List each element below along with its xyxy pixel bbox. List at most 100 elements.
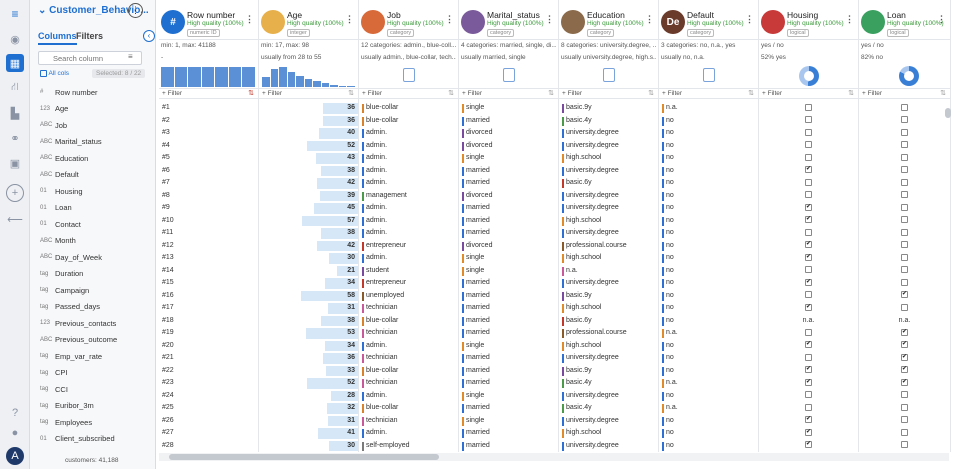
loan-cell[interactable]: [859, 190, 950, 203]
loan-cell[interactable]: ✔: [859, 327, 950, 340]
housing-cell[interactable]: [759, 177, 858, 190]
sort-icon[interactable]: ⇅: [940, 89, 946, 99]
checkbox[interactable]: ✔: [805, 241, 812, 249]
column-filter[interactable]: + Filter ⇅: [459, 88, 558, 99]
column-list-item[interactable]: ABC Education: [40, 150, 152, 167]
column-list-item[interactable]: ABC Default: [40, 167, 152, 184]
column-filter[interactable]: + Filter ⇅: [859, 88, 950, 99]
column-header[interactable]: Age High quality (100%) integer ⋮: [259, 0, 358, 40]
vertical-scrollbar[interactable]: [944, 100, 952, 452]
housing-cell[interactable]: [759, 327, 858, 340]
dataset-menu-button[interactable]: ⋮: [128, 3, 143, 18]
scroll-thumb[interactable]: [945, 108, 951, 118]
column-list-item[interactable]: tag Duration: [40, 266, 152, 283]
logo-icon[interactable]: A: [6, 447, 24, 465]
column-menu-icon[interactable]: ⋮: [937, 14, 946, 25]
housing-cell[interactable]: [759, 102, 858, 115]
checkbox[interactable]: ✔: [805, 166, 812, 174]
housing-cell[interactable]: ✔: [759, 377, 858, 390]
housing-cell[interactable]: ✔: [759, 340, 858, 353]
column-filter[interactable]: + Filter ⇅: [259, 88, 358, 99]
checkbox[interactable]: [901, 141, 908, 149]
checkbox[interactable]: ✔: [805, 428, 812, 436]
checkbox[interactable]: [901, 191, 908, 199]
loan-cell[interactable]: [859, 202, 950, 215]
housing-cell[interactable]: [759, 190, 858, 203]
checkbox[interactable]: [805, 141, 812, 149]
column-list-item[interactable]: 01 Loan: [40, 200, 152, 217]
checkbox[interactable]: [901, 266, 908, 274]
column-summary-viz[interactable]: [459, 65, 558, 87]
checkbox[interactable]: [901, 216, 908, 224]
column-list-item[interactable]: ABC Month: [40, 233, 152, 250]
checkbox[interactable]: ✔: [805, 416, 812, 424]
chart-icon[interactable]: ▙: [6, 104, 24, 122]
column-list-item[interactable]: 123 Previous_contacts: [40, 315, 152, 332]
checkbox[interactable]: [901, 253, 908, 261]
loan-cell[interactable]: ✔: [859, 340, 950, 353]
loan-cell[interactable]: [859, 440, 950, 453]
loan-cell[interactable]: n.a.: [859, 315, 950, 328]
column-header[interactable]: Housing High quality (100%) logical ⋮: [759, 0, 858, 40]
checkbox[interactable]: ✔: [805, 441, 812, 449]
column-header[interactable]: Job High quality (100%) category ⋮: [359, 0, 458, 40]
checkbox[interactable]: [901, 128, 908, 136]
housing-cell[interactable]: [759, 140, 858, 153]
loan-cell[interactable]: [859, 427, 950, 440]
housing-cell[interactable]: ✔: [759, 365, 858, 378]
checkbox[interactable]: [805, 266, 812, 274]
checkbox[interactable]: ✔: [805, 253, 812, 261]
loan-cell[interactable]: ✔: [859, 377, 950, 390]
column-list-item[interactable]: ABC Previous_outcome: [40, 332, 152, 349]
loan-cell[interactable]: [859, 390, 950, 403]
checkbox[interactable]: ✔: [805, 203, 812, 211]
checkbox[interactable]: [901, 428, 908, 436]
loan-cell[interactable]: [859, 115, 950, 128]
loan-cell[interactable]: [859, 177, 950, 190]
loan-cell[interactable]: [859, 240, 950, 253]
checkbox[interactable]: ✔: [805, 366, 812, 374]
loan-cell[interactable]: [859, 252, 950, 265]
scroll-thumb[interactable]: [169, 454, 439, 460]
checkbox[interactable]: [901, 228, 908, 236]
network-icon[interactable]: ⚭: [6, 129, 24, 147]
loan-cell[interactable]: ✔: [859, 352, 950, 365]
column-list-item[interactable]: tag CCI: [40, 381, 152, 398]
column-list-item[interactable]: tag Employees: [40, 414, 152, 431]
user-icon[interactable]: ●: [6, 424, 24, 442]
column-summary-viz[interactable]: [659, 65, 758, 87]
help-icon[interactable]: ?: [6, 404, 24, 422]
column-summary-viz[interactable]: [859, 65, 950, 87]
tab-filters[interactable]: Filters: [76, 31, 103, 41]
housing-cell[interactable]: ✔: [759, 440, 858, 453]
housing-cell[interactable]: [759, 352, 858, 365]
loan-cell[interactable]: [859, 140, 950, 153]
sort-icon[interactable]: ⇅: [248, 89, 254, 99]
loan-cell[interactable]: [859, 165, 950, 178]
housing-cell[interactable]: ✔: [759, 252, 858, 265]
checkbox[interactable]: [901, 153, 908, 161]
checkbox[interactable]: ✔: [901, 353, 908, 361]
loan-cell[interactable]: [859, 415, 950, 428]
eye-icon[interactable]: ◉: [6, 30, 24, 48]
column-menu-icon[interactable]: ⋮: [645, 14, 654, 25]
checkbox[interactable]: [901, 241, 908, 249]
housing-cell[interactable]: [759, 402, 858, 415]
tab-columns[interactable]: Columns: [38, 31, 77, 45]
checkbox[interactable]: [901, 178, 908, 186]
loan-cell[interactable]: [859, 402, 950, 415]
checkbox[interactable]: [901, 278, 908, 286]
housing-cell[interactable]: [759, 152, 858, 165]
loan-cell[interactable]: [859, 227, 950, 240]
column-list-item[interactable]: 01 Housing: [40, 183, 152, 200]
checkbox[interactable]: ✔: [901, 328, 908, 336]
flow-icon[interactable]: ⛙: [6, 79, 24, 97]
checkbox[interactable]: [805, 353, 812, 361]
checkbox[interactable]: ✔: [805, 216, 812, 224]
checkbox[interactable]: [805, 228, 812, 236]
checkbox[interactable]: [805, 116, 812, 124]
checkbox[interactable]: [805, 153, 812, 161]
loan-cell[interactable]: [859, 277, 950, 290]
column-header[interactable]: Marital_status High quality (100%) categor…: [459, 0, 558, 40]
loan-cell[interactable]: [859, 215, 950, 228]
